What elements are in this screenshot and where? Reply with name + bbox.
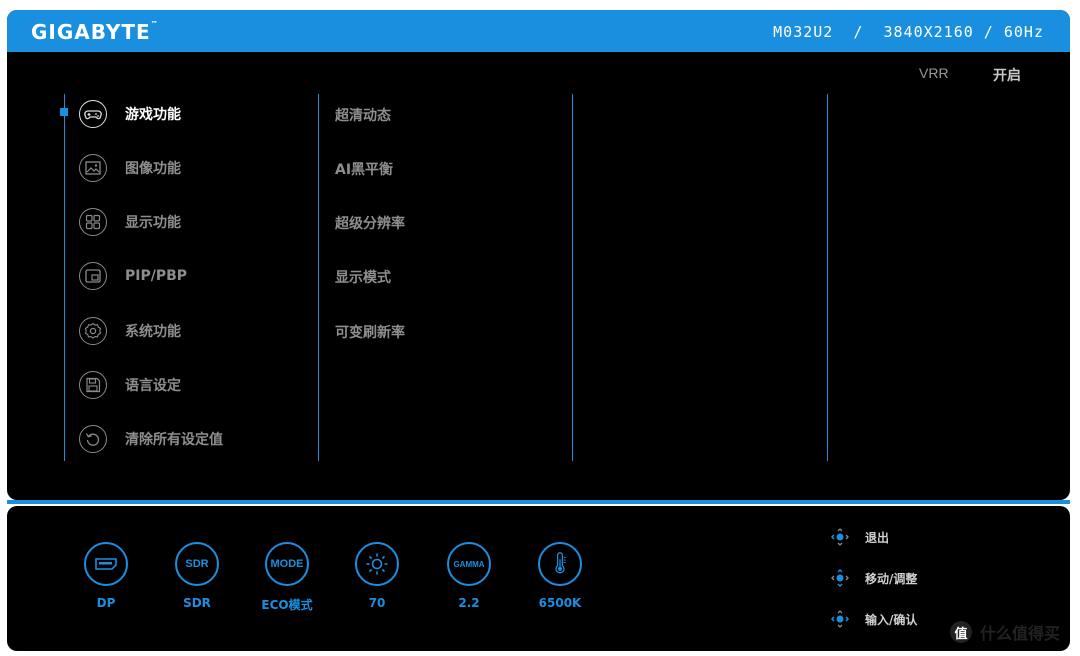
status-bar: DP SDR SDR MODE ECO模式 70 GAMMA 2.2 6500K… (7, 506, 1070, 651)
osd-main-panel: GIGABYTE™ M032U2 / 3840X2160 / 60Hz VRR … (7, 10, 1070, 500)
menu-item-label: 图像功能 (125, 161, 181, 177)
menu-item-label: 清除所有设定值 (125, 432, 223, 448)
picture-mode-caption: ECO模式 (261, 598, 313, 612)
vrr-value: 开启 (993, 68, 1021, 84)
column-divider-1 (318, 94, 319, 461)
watermark-logo: 值 (950, 621, 972, 643)
panel-divider (7, 500, 1070, 504)
menu-item-language[interactable]: 语言设定 (79, 370, 181, 400)
joystick-left-icon (830, 528, 849, 546)
joystick-updown-icon (831, 568, 849, 588)
submenu-item-overdrive[interactable]: 超清动态 (335, 105, 391, 125)
joystick-press-icon (830, 610, 850, 628)
thermometer-icon (538, 542, 582, 586)
display-grid-icon (79, 208, 107, 236)
menu-item-label: PIP/PBP (125, 268, 188, 284)
brightness-status: 70 (347, 542, 407, 610)
gamma-icon: GAMMA (447, 542, 491, 586)
nav-hint-label: 输入/确认 (865, 612, 918, 627)
menu-divider-left (64, 94, 65, 461)
column-divider-3 (827, 94, 828, 461)
menu-item-label: 语言设定 (125, 378, 181, 394)
submenu-item-super-resolution[interactable]: 超级分辨率 (335, 213, 405, 233)
submenu-item-ai-black-equalizer[interactable]: AI黑平衡 (335, 159, 393, 179)
dp-port-icon (84, 542, 128, 586)
brand-logo: GIGABYTE™ (31, 20, 159, 44)
color-temp-caption: 6500K (538, 596, 582, 610)
column-divider-2 (572, 94, 573, 461)
gamepad-icon (79, 100, 107, 128)
gear-icon (79, 317, 107, 345)
gamma-caption: 2.2 (458, 596, 480, 610)
gamma-status: GAMMA 2.2 (439, 542, 499, 610)
selection-indicator (60, 108, 68, 116)
pip-icon (79, 262, 107, 290)
menu-item-gaming[interactable]: 游戏功能 (79, 99, 181, 129)
input-source-caption: DP (96, 596, 116, 610)
nav-hint-label: 移动/调整 (865, 571, 918, 586)
picture-mode-status: MODE ECO模式 (257, 542, 317, 613)
menu-item-system[interactable]: 系统功能 (79, 316, 181, 346)
nav-hint-confirm: 输入/确认 (829, 608, 917, 630)
nav-hint-exit: 退出 (829, 526, 889, 548)
osd-header: GIGABYTE™ M032U2 / 3840X2160 / 60Hz (7, 10, 1070, 52)
brightness-icon (355, 542, 399, 586)
submenu-item-variable-refresh[interactable]: 可变刷新率 (335, 322, 405, 342)
model-info: M032U2 / 3840X2160 / 60Hz (773, 23, 1044, 41)
menu-item-label: 系统功能 (125, 324, 181, 340)
watermark: 值 什么值得买 (950, 620, 1060, 644)
menu-item-label: 游戏功能 (125, 107, 181, 123)
menu-item-display[interactable]: 显示功能 (79, 207, 181, 237)
sdr-icon: SDR (175, 542, 219, 586)
menu-item-pip-pbp[interactable]: PIP/PBP (79, 261, 187, 291)
color-temp-status: 6500K (530, 542, 590, 610)
input-source-status: DP (76, 542, 136, 610)
watermark-text: 什么值得买 (980, 624, 1061, 643)
submenu-item-display-mode[interactable]: 显示模式 (335, 267, 391, 287)
nav-hint-label: 退出 (865, 530, 890, 545)
sdr-status: SDR SDR (167, 542, 227, 610)
vrr-label: VRR (919, 65, 949, 81)
menu-item-reset[interactable]: 清除所有设定值 (79, 424, 223, 454)
reset-icon (79, 425, 107, 453)
nav-hint-move: 移动/调整 (829, 567, 917, 589)
image-icon (79, 154, 107, 182)
save-icon (79, 371, 107, 399)
sdr-caption: SDR (183, 596, 211, 610)
brightness-caption: 70 (368, 596, 386, 610)
menu-item-label: 显示功能 (125, 215, 181, 231)
mode-icon: MODE (265, 542, 309, 586)
menu-item-picture[interactable]: 图像功能 (79, 153, 181, 183)
